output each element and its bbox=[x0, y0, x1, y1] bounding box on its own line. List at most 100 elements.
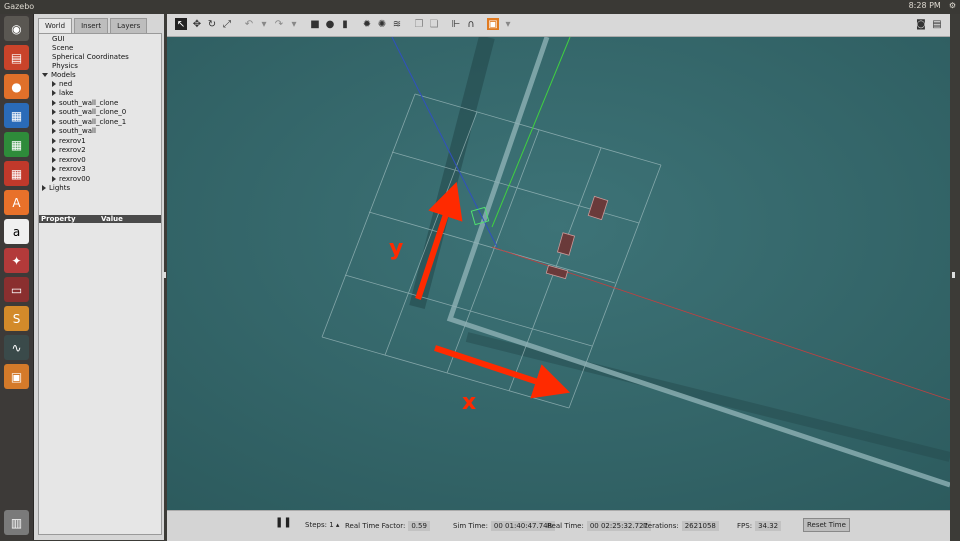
tree-item-model[interactable]: ned bbox=[52, 80, 72, 88]
real-time: Real Time: 00 02:25:32.727 bbox=[547, 521, 651, 531]
tab-layers[interactable]: Layers bbox=[110, 18, 148, 34]
tree-item-scene[interactable]: Scene bbox=[52, 44, 73, 52]
tree-item-lights[interactable]: Lights bbox=[42, 184, 70, 192]
chevron-right-icon[interactable] bbox=[52, 138, 56, 144]
cylinder-shape-icon[interactable]: ▮ bbox=[339, 18, 351, 30]
window-title: Gazebo bbox=[4, 2, 35, 11]
change-view-icon[interactable]: ▣ bbox=[487, 18, 499, 30]
files-icon[interactable]: ▤ bbox=[4, 45, 29, 70]
settings-icon[interactable]: ✦ bbox=[4, 248, 29, 273]
right-splitter-handle[interactable] bbox=[952, 272, 955, 278]
scene-viewport[interactable]: y x bbox=[167, 37, 950, 510]
firefox-icon[interactable]: ● bbox=[4, 74, 29, 99]
select-mode-icon[interactable]: ↖ bbox=[175, 18, 187, 30]
tab-world[interactable]: World bbox=[38, 18, 73, 34]
chevron-right-icon[interactable] bbox=[52, 119, 56, 125]
impress-icon[interactable]: ▦ bbox=[4, 161, 29, 186]
left-splitter-handle[interactable] bbox=[163, 272, 166, 278]
tree-item-model[interactable]: rexrov0 bbox=[52, 156, 86, 164]
iterations-value: 2621058 bbox=[681, 521, 719, 531]
tree-item-model[interactable]: south_wall_clone_1 bbox=[52, 118, 126, 126]
system-monitor-icon[interactable]: ∿ bbox=[4, 335, 29, 360]
chevron-right-icon[interactable] bbox=[52, 81, 56, 87]
tree-model-label: south_wall_clone_0 bbox=[59, 108, 127, 116]
terminal-icon[interactable]: ▭ bbox=[4, 277, 29, 302]
scale-mode-icon[interactable]: ⤢ bbox=[221, 18, 233, 30]
tree-item-model[interactable]: rexrov1 bbox=[52, 137, 86, 145]
tree-model-label: south_wall_clone_1 bbox=[59, 118, 127, 126]
tree-item-gui[interactable]: GUI bbox=[52, 35, 65, 43]
directional-light-icon[interactable]: ≋ bbox=[391, 18, 403, 30]
chevron-right-icon[interactable] bbox=[52, 90, 56, 96]
tree-item-models[interactable]: Models bbox=[42, 71, 76, 79]
point-light-icon[interactable]: ✹ bbox=[361, 18, 373, 30]
paste-icon[interactable]: ❏ bbox=[428, 18, 440, 30]
chevron-right-icon[interactable] bbox=[52, 147, 56, 153]
tree-item-physics[interactable]: Physics bbox=[52, 62, 78, 70]
tree-model-label: rexrov1 bbox=[59, 137, 86, 145]
tree-model-label: ned bbox=[59, 80, 73, 88]
clock-text[interactable]: 8:28 PM bbox=[909, 1, 941, 10]
tree-item-model[interactable]: rexrov2 bbox=[52, 146, 86, 154]
screenshot-icon[interactable]: ◙ bbox=[915, 18, 927, 30]
chevron-right-icon[interactable] bbox=[42, 185, 46, 191]
sublime-icon[interactable]: S bbox=[4, 306, 29, 331]
panel-tabs: World Insert Layers bbox=[38, 18, 148, 34]
chevron-right-icon[interactable] bbox=[52, 100, 56, 106]
tree-item-model[interactable]: south_wall bbox=[52, 127, 96, 135]
iterations-label: Iterations: bbox=[643, 522, 679, 530]
box-shape-icon[interactable]: ■ bbox=[309, 18, 321, 30]
tree-model-label: rexrov00 bbox=[59, 175, 91, 183]
rotate-mode-icon[interactable]: ↻ bbox=[206, 18, 218, 30]
redo-icon[interactable]: ↷ bbox=[273, 18, 285, 30]
chevron-right-icon[interactable] bbox=[52, 166, 56, 172]
chevron-down-icon[interactable]: ▾ bbox=[258, 18, 270, 30]
chevron-down-icon[interactable] bbox=[42, 73, 48, 77]
chevron-right-icon[interactable] bbox=[52, 157, 56, 163]
scene-canvas: y x bbox=[167, 37, 950, 510]
fps: FPS: 34.32 bbox=[737, 521, 782, 531]
tree-item-model[interactable]: south_wall_clone_0 bbox=[52, 108, 126, 116]
snap-icon[interactable]: ∩ bbox=[465, 18, 477, 30]
steps-value[interactable]: 1 bbox=[329, 521, 333, 529]
trash-icon[interactable]: ▥ bbox=[4, 510, 29, 535]
gear-icon[interactable]: ⚙ bbox=[949, 1, 956, 10]
sphere-shape-icon[interactable]: ● bbox=[324, 18, 336, 30]
value-column-header: Value bbox=[101, 215, 123, 223]
chevron-right-icon[interactable] bbox=[52, 128, 56, 134]
chevron-right-icon[interactable] bbox=[52, 176, 56, 182]
tree-lights-label: Lights bbox=[49, 184, 71, 192]
tree-item-spherical-coordinates[interactable]: Spherical Coordinates bbox=[52, 53, 129, 61]
tree-item-model[interactable]: lake bbox=[52, 89, 73, 97]
tree-item-model[interactable]: south_wall_clone bbox=[52, 99, 118, 107]
copy-icon[interactable]: ❐ bbox=[413, 18, 425, 30]
ubuntu-dash-icon[interactable]: ◉ bbox=[4, 16, 29, 41]
property-column-header: Property bbox=[41, 215, 76, 223]
real-time-factor: Real Time Factor: 0.59 bbox=[345, 521, 430, 531]
reset-time-button[interactable]: Reset Time bbox=[803, 518, 850, 532]
tab-insert[interactable]: Insert bbox=[74, 18, 109, 34]
writer-icon[interactable]: ▦ bbox=[4, 103, 29, 128]
fps-value: 34.32 bbox=[755, 521, 782, 531]
steps-field[interactable]: Steps: 1 ▴ bbox=[305, 521, 339, 529]
chevron-down-icon[interactable]: ▾ bbox=[288, 18, 300, 30]
translate-mode-icon[interactable]: ✥ bbox=[191, 18, 203, 30]
tree-model-label: rexrov2 bbox=[59, 146, 86, 154]
sim-time-value: 00 01:40:47.748 bbox=[490, 521, 556, 531]
amazon-icon[interactable]: a bbox=[4, 219, 29, 244]
undo-icon[interactable]: ↶ bbox=[243, 18, 255, 30]
log-icon[interactable]: ▤ bbox=[931, 18, 943, 30]
sim-time-label: Sim Time: bbox=[453, 522, 488, 530]
rtf-label: Real Time Factor: bbox=[345, 522, 406, 530]
spot-light-icon[interactable]: ✺ bbox=[376, 18, 388, 30]
chevron-down-icon[interactable]: ▾ bbox=[502, 18, 514, 30]
chevron-right-icon[interactable] bbox=[52, 109, 56, 115]
tree-item-model[interactable]: rexrov3 bbox=[52, 165, 86, 173]
software-center-icon[interactable]: A bbox=[4, 190, 29, 215]
gazebo-icon[interactable]: ▣ bbox=[4, 364, 29, 389]
align-icon[interactable]: ⊩ bbox=[450, 18, 462, 30]
tree-item-model[interactable]: rexrov00 bbox=[52, 175, 90, 183]
real-time-value: 00 02:25:32.727 bbox=[586, 521, 651, 531]
pause-icon[interactable]: ❚❚ bbox=[275, 517, 292, 528]
calc-icon[interactable]: ▦ bbox=[4, 132, 29, 157]
